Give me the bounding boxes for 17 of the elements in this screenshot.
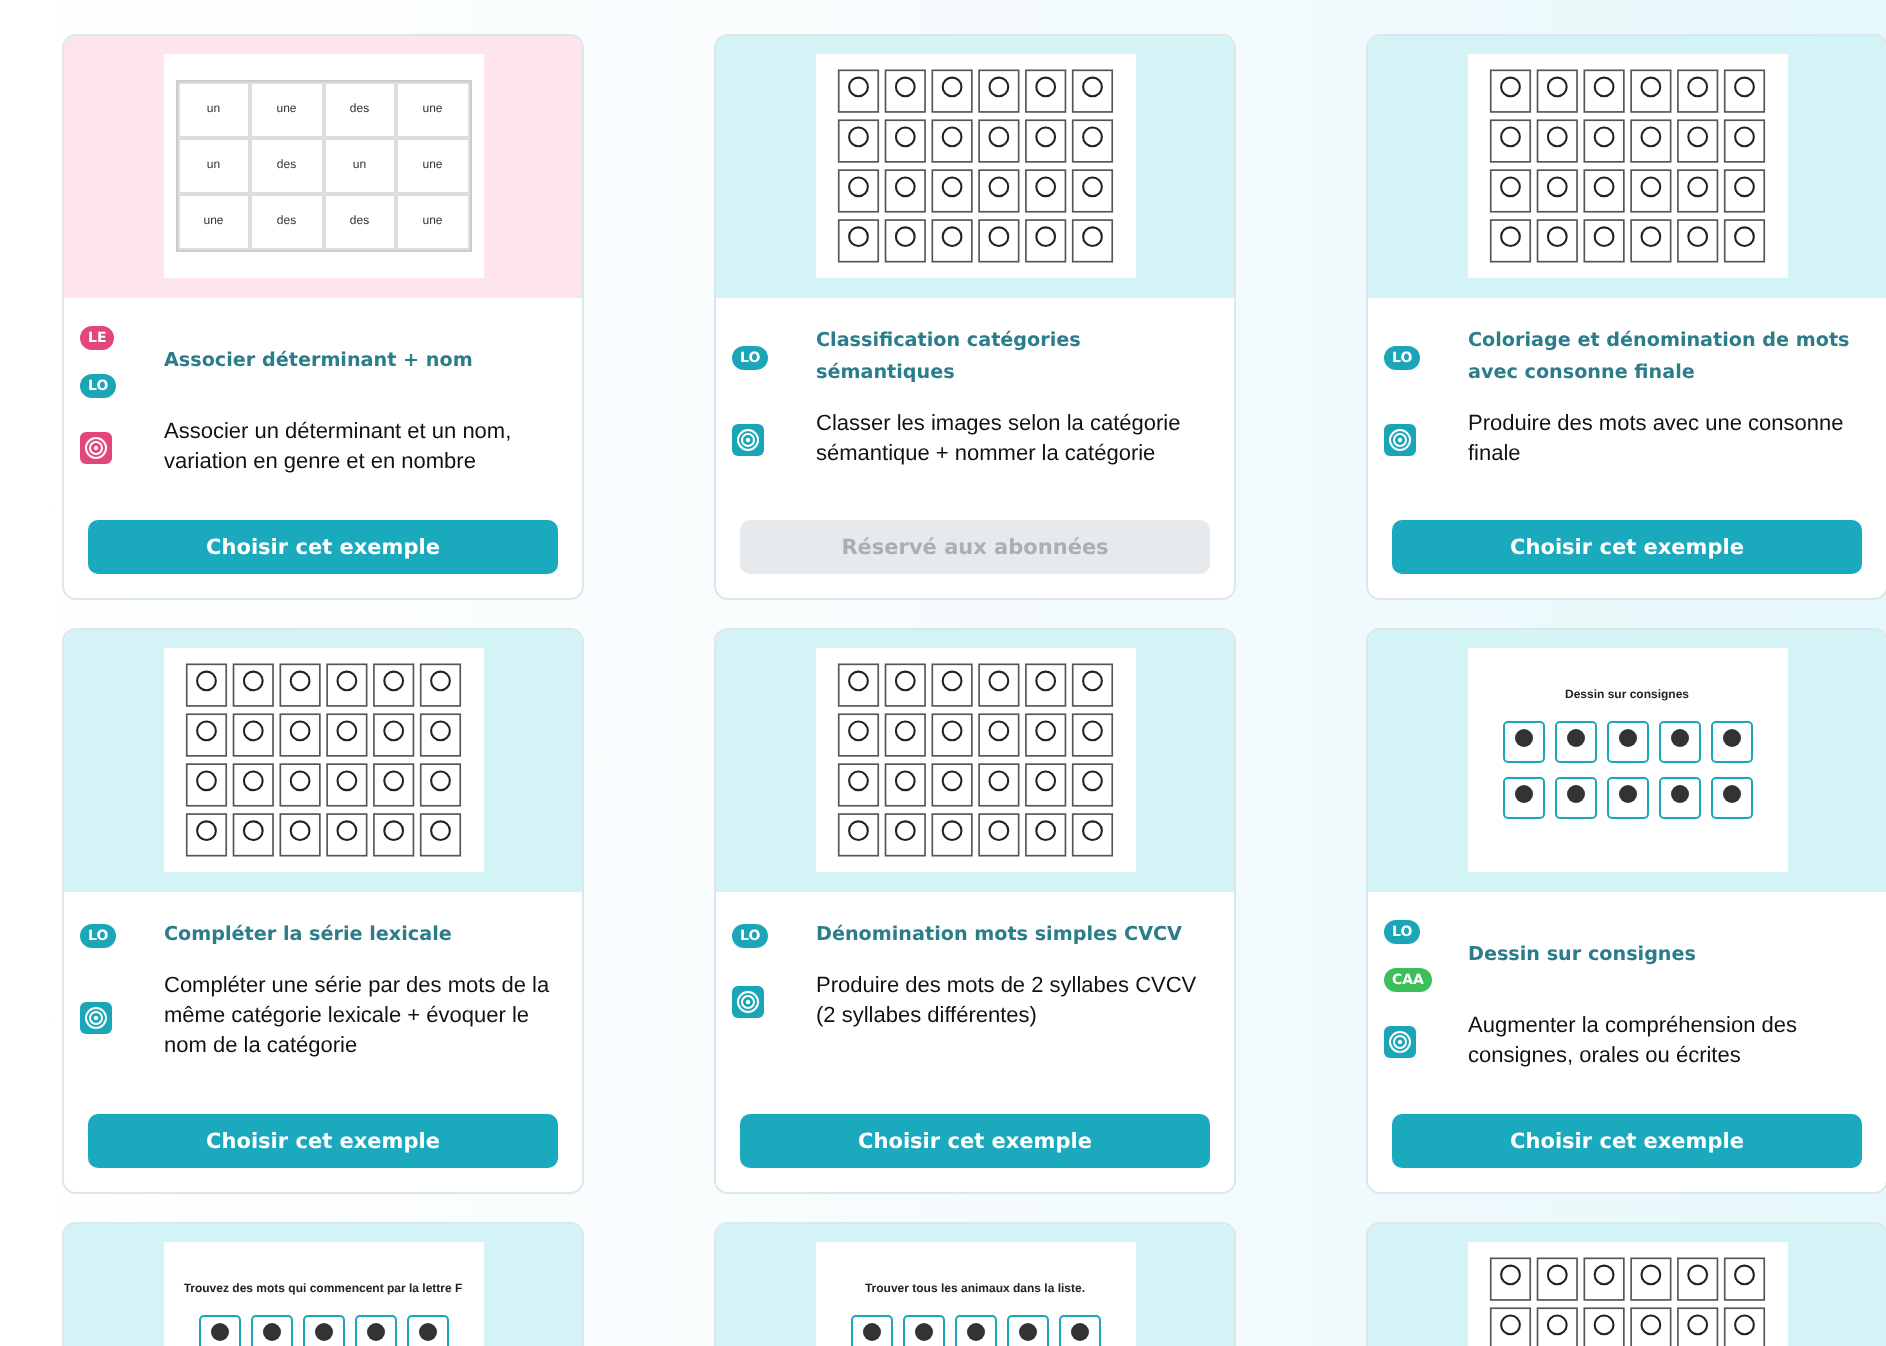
choose-example-button[interactable]: Choisir cet exemple bbox=[740, 1114, 1210, 1168]
activity-title: Classification catégories sémantiques bbox=[816, 328, 1083, 388]
activity-description: Classer les images selon la catégorie sémantique + nommer la catégorie bbox=[816, 410, 1183, 470]
activity-description: Produire des mots de 2 syllabes CVCV (2 syllabes différentes) bbox=[816, 972, 1199, 1032]
activity-title: Compléter la série lexicale bbox=[164, 922, 452, 950]
choose-example-button[interactable]: Choisir cet exemple bbox=[88, 520, 558, 574]
choose-example-button[interactable]: Choisir cet exemple bbox=[88, 1114, 558, 1168]
activity-title: Dessin sur consignes bbox=[1468, 942, 1696, 970]
choose-example-button[interactable]: Choisir cet exemple bbox=[1392, 1114, 1862, 1168]
activity-title: Dénomination mots simples CVCV bbox=[816, 922, 1182, 950]
activity-description: Produire des mots avec une consonne finale bbox=[1468, 410, 1846, 470]
activity-description: Associer un déterminant et un nom, variation en genre et en nombre bbox=[164, 418, 514, 478]
choose-example-button[interactable]: Choisir cet exemple bbox=[1392, 520, 1862, 574]
activity-description: Augmenter la compréhension des consignes, orales ou écrites bbox=[1468, 1012, 1799, 1072]
activity-title: Coloriage et dénomination de mots avec consonne finale bbox=[1468, 328, 1852, 388]
activity-description: Compléter une série par des mots de la même catégorie lexicale + évoquer le nom de la catégorie bbox=[164, 972, 552, 1062]
activity-title: Associer déterminant + nom bbox=[164, 348, 473, 376]
